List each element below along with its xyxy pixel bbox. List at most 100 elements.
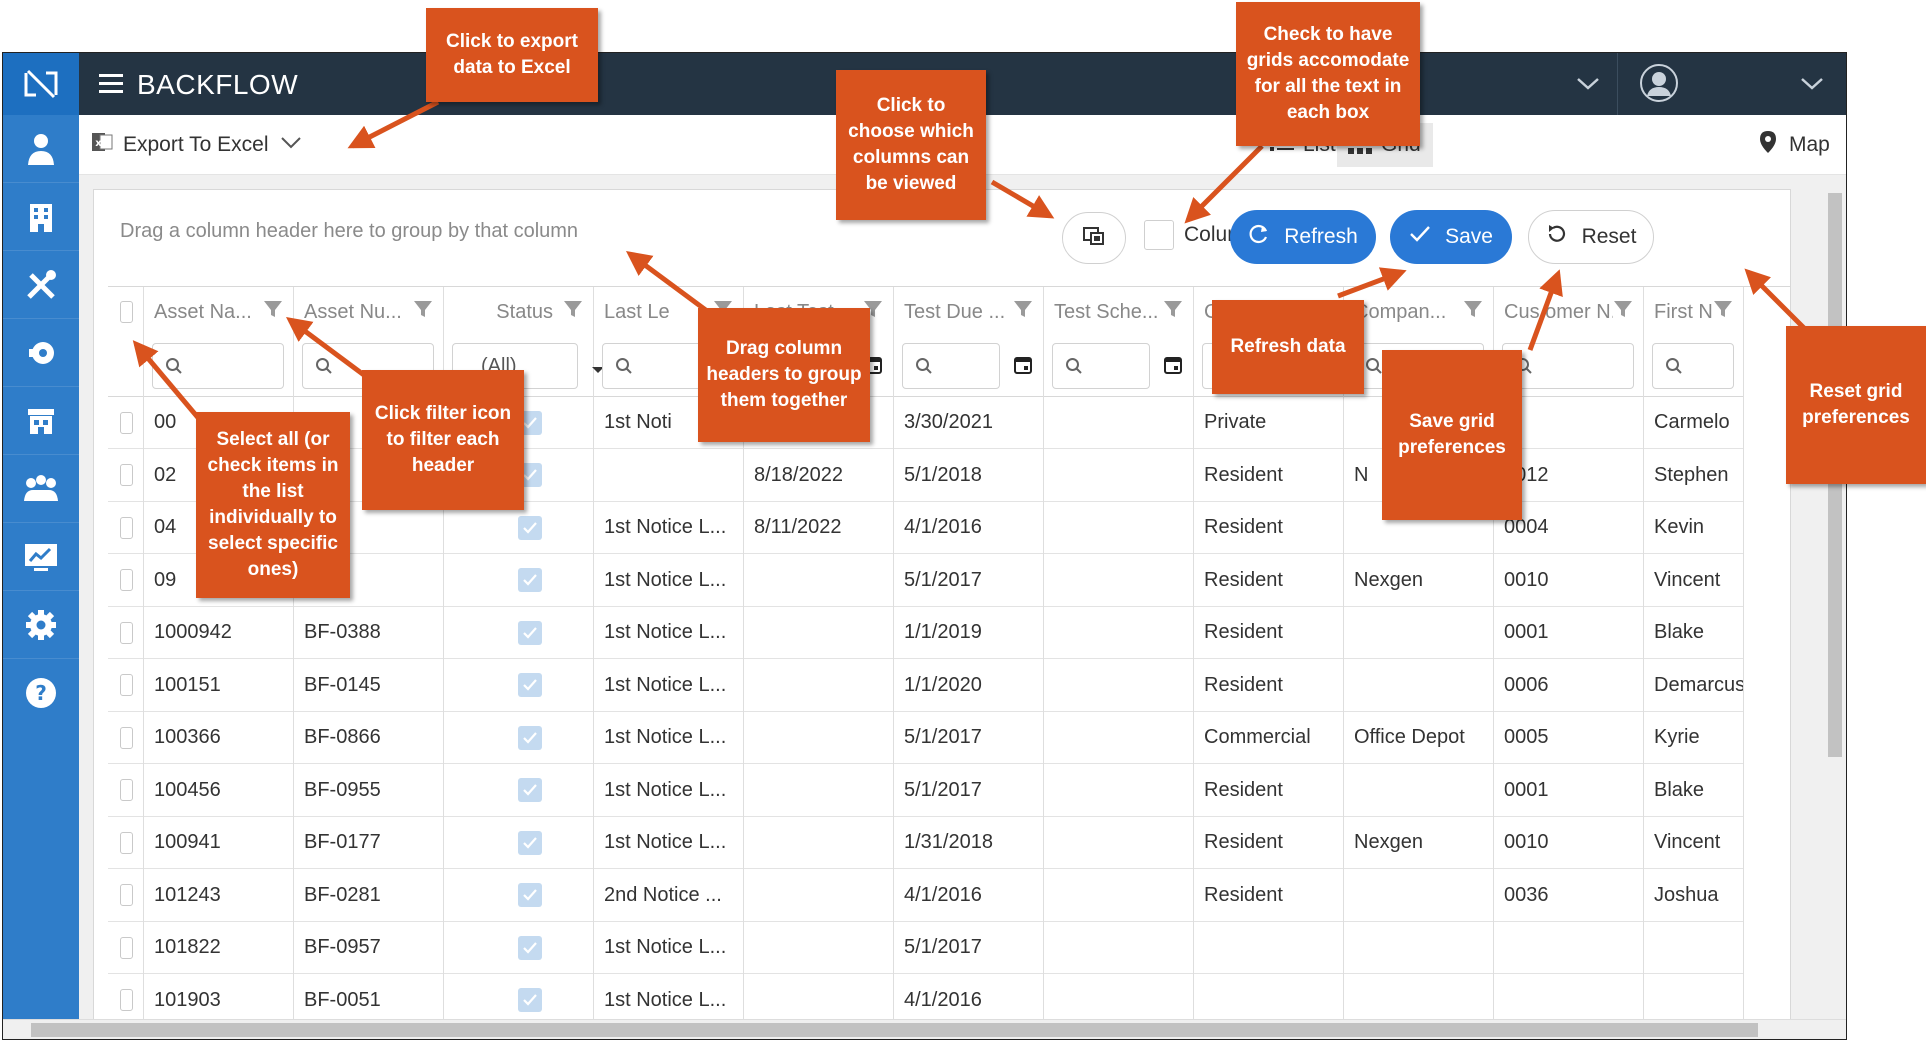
row-select-cell xyxy=(108,922,143,974)
table-cell: 1/1/2019 xyxy=(894,607,1043,659)
user-menu-chevron-icon[interactable] xyxy=(1799,71,1825,100)
column-header[interactable]: Asset Na... xyxy=(144,287,293,337)
column-header[interactable]: Test Due ... xyxy=(894,287,1043,337)
filter-icon[interactable] xyxy=(1463,299,1483,325)
svg-text:?: ? xyxy=(35,681,47,705)
calendar-icon[interactable] xyxy=(1013,355,1033,380)
table-cell xyxy=(744,765,893,817)
user-avatar-icon[interactable] xyxy=(1639,63,1679,108)
row-select-cell xyxy=(108,450,143,502)
table-cell: Resident xyxy=(1194,450,1343,502)
column-header-label: Compan... xyxy=(1354,300,1447,323)
valve-icon[interactable] xyxy=(3,319,79,387)
tools-icon[interactable] xyxy=(3,251,79,319)
row-checkbox[interactable] xyxy=(120,516,133,539)
column-chooser-button[interactable] xyxy=(1062,212,1126,264)
column-auto-width-checkbox[interactable] xyxy=(1144,220,1174,250)
row-checkbox[interactable] xyxy=(120,464,133,486)
refresh-label: Refresh xyxy=(1284,225,1358,248)
column-header[interactable]: Status xyxy=(444,287,593,337)
reset-button[interactable]: Reset xyxy=(1528,210,1654,264)
filter-row-cell xyxy=(1044,337,1193,397)
row-select-cell xyxy=(108,607,143,659)
column-filter-input[interactable] xyxy=(1652,343,1734,389)
table-cell xyxy=(1044,870,1193,922)
screenshot-root: ? BACKFLOW x Export To Excel Map Drag a … xyxy=(0,0,1926,1040)
table-cell: Nexgen xyxy=(1344,555,1493,607)
view-map-button[interactable]: Map xyxy=(1745,123,1840,167)
column-header[interactable]: Asset Nu... xyxy=(294,287,443,337)
horizontal-scrollbar[interactable] xyxy=(3,1019,1846,1039)
table-cell: Joshua xyxy=(1644,870,1743,922)
table-cell: BF-0177 xyxy=(294,817,443,869)
status-cell xyxy=(444,817,593,869)
building-icon[interactable] xyxy=(3,183,79,251)
table-cell: 100941 xyxy=(144,817,293,869)
vertical-scrollbar[interactable] xyxy=(1824,175,1846,1021)
row-select-cell xyxy=(108,502,143,554)
table-cell: 100151 xyxy=(144,660,293,712)
table-cell xyxy=(1044,607,1193,659)
row-checkbox[interactable] xyxy=(120,989,133,1011)
column-header[interactable]: Test Sche... xyxy=(1044,287,1193,337)
map-pin-icon xyxy=(1755,129,1781,161)
export-to-excel-button[interactable]: x Export To Excel xyxy=(91,129,303,161)
table-cell xyxy=(1344,607,1493,659)
filter-icon[interactable] xyxy=(263,299,283,325)
column-filter-input[interactable] xyxy=(1052,343,1150,389)
refresh-button[interactable]: Refresh xyxy=(1230,210,1376,264)
row-checkbox[interactable] xyxy=(120,569,133,591)
filter-icon[interactable] xyxy=(1713,299,1733,325)
column-header-label: Test Due ... xyxy=(904,300,1006,323)
row-checkbox[interactable] xyxy=(120,936,133,959)
row-checkbox[interactable] xyxy=(120,411,133,434)
row-checkbox[interactable] xyxy=(120,674,133,696)
column-filter-input[interactable] xyxy=(152,343,284,389)
refresh-icon xyxy=(1248,223,1270,251)
export-label: Export To Excel xyxy=(123,133,269,156)
save-button[interactable]: Save xyxy=(1390,210,1512,264)
gear-icon[interactable] xyxy=(3,591,79,659)
search-icon xyxy=(615,357,633,380)
table-cell xyxy=(1044,660,1193,712)
table-cell: Kevin xyxy=(1644,502,1743,554)
column-header[interactable]: Cus omer N... xyxy=(1494,287,1643,337)
table-cell xyxy=(1344,660,1493,712)
row-checkbox[interactable] xyxy=(120,831,133,854)
chevron-down-icon[interactable] xyxy=(1575,71,1601,100)
status-cell xyxy=(444,922,593,974)
horizontal-scroll-thumb[interactable] xyxy=(31,1023,1758,1037)
row-checkbox[interactable] xyxy=(120,779,133,801)
status-cell xyxy=(444,555,593,607)
table-cell: 1st Notice L... xyxy=(594,922,743,974)
help-icon[interactable]: ? xyxy=(3,659,79,727)
row-checkbox[interactable] xyxy=(120,884,133,906)
group-panel-hint[interactable]: Drag a column header here to group by th… xyxy=(120,220,578,243)
app-title: BACKFLOW xyxy=(137,69,299,100)
monitor-chart-icon[interactable] xyxy=(3,523,79,591)
filter-icon[interactable] xyxy=(1613,299,1633,325)
filter-icon[interactable] xyxy=(1013,299,1033,325)
store-icon[interactable] xyxy=(3,387,79,455)
status-checkbox xyxy=(518,935,542,960)
table-cell: 5/1/2017 xyxy=(894,922,1043,974)
column-header[interactable]: First N m xyxy=(1644,287,1743,337)
column-header[interactable]: Compan... xyxy=(1344,287,1493,337)
table-cell: 5/1/2017 xyxy=(894,712,1043,764)
row-checkbox[interactable] xyxy=(120,621,133,644)
column-filter-input[interactable] xyxy=(902,343,1000,389)
select-all-checkbox[interactable] xyxy=(120,301,133,323)
filter-icon[interactable] xyxy=(413,299,433,325)
filter-icon[interactable] xyxy=(563,299,583,325)
table-cell: Resident xyxy=(1194,502,1343,554)
table-cell: BF-0955 xyxy=(294,765,443,817)
logo-icon[interactable] xyxy=(3,53,79,115)
calendar-icon[interactable] xyxy=(1163,355,1183,380)
table-cell xyxy=(744,555,893,607)
hamburger-icon[interactable] xyxy=(99,73,123,100)
user-icon[interactable] xyxy=(3,115,79,183)
people-icon[interactable] xyxy=(3,455,79,523)
table-cell: 0036 xyxy=(1494,870,1643,922)
row-checkbox[interactable] xyxy=(120,726,133,749)
filter-icon[interactable] xyxy=(1163,299,1183,325)
